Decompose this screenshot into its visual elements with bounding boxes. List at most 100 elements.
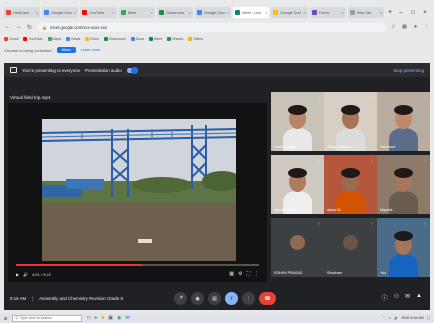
speaker-icon[interactable]: 🔈 <box>394 316 398 320</box>
store-icon[interactable]: ▣ <box>108 315 113 321</box>
maximize-icon[interactable]: □ <box>408 10 418 16</box>
browser-tab[interactable]: YouTube × <box>80 7 117 18</box>
profile-icon[interactable]: ● <box>412 24 419 30</box>
forward-icon[interactable]: → <box>15 24 22 30</box>
tab-label: Hindi test <box>13 10 29 15</box>
tile-options-icon[interactable]: ⋮ <box>370 158 374 163</box>
back-icon[interactable]: ← <box>4 24 11 30</box>
participant-tile[interactable]: ⋮ ROHINI PRASAD <box>271 218 324 277</box>
reload-icon[interactable]: ↻ <box>26 24 33 31</box>
tile-options-icon[interactable]: ⋮ <box>423 221 427 226</box>
tile-options-icon[interactable]: ⋮ <box>370 221 374 226</box>
tab-close-icon[interactable]: × <box>265 10 267 15</box>
menu-icon[interactable]: ⋮ <box>423 24 430 30</box>
bookmark-item[interactable]: Slides <box>188 37 203 41</box>
tab-close-icon[interactable]: × <box>112 10 114 15</box>
mic-button[interactable]: 🎤 <box>174 292 187 305</box>
star-icon[interactable]: ☆ <box>390 24 397 30</box>
extensions-icon[interactable]: ▦ <box>401 24 408 30</box>
tile-options-icon[interactable]: ⋮ <box>317 221 321 226</box>
notifications-icon[interactable]: ▢ <box>427 316 430 320</box>
volume-icon[interactable]: 🔊 <box>23 272 28 277</box>
tab-favicon-icon <box>158 10 164 15</box>
tab-close-icon[interactable]: × <box>189 10 191 15</box>
leave-call-button[interactable]: ☎ <box>259 292 276 305</box>
bookmark-item[interactable]: Meet <box>149 37 162 41</box>
url-field[interactable]: 🔒 meet.google.com/xxx-xxxx-xxx <box>37 22 386 32</box>
presentation-audio-toggle[interactable] <box>126 66 138 74</box>
task-view-icon[interactable]: □ <box>87 315 90 321</box>
tray-up-icon[interactable]: ⌃ <box>382 316 385 320</box>
tab-close-icon[interactable]: × <box>150 10 152 15</box>
stop-presenting-button[interactable]: Stop presenting <box>393 68 424 73</box>
browser-tab[interactable]: Google Docs × <box>42 7 79 18</box>
video-player[interactable]: ▶ 🔊 4:51 / 9:22 ▦ ⚙ ⛶ ⋮ <box>8 103 267 282</box>
taskbar-search-placeholder: Type here to search <box>19 316 52 320</box>
people-icon[interactable]: ⚇ <box>394 293 399 302</box>
tab-favicon-icon <box>197 10 203 15</box>
tile-options-icon[interactable]: ⋮ <box>317 158 321 163</box>
more-vert-icon: ⋮ <box>246 295 251 302</box>
bookmark-item[interactable]: Classroom <box>103 37 126 41</box>
chat-icon[interactable]: ✉ <box>405 293 410 302</box>
captions-button[interactable]: ▤ <box>208 292 221 305</box>
bookmark-item[interactable]: YouTube <box>23 37 43 41</box>
present-button[interactable]: ⇧ <box>225 292 238 305</box>
participant-tile[interactable]: ⋮ You <box>377 218 430 277</box>
tab-close-icon[interactable]: × <box>227 10 229 15</box>
meet-bottom-bar: 9:16 AM | Assembly and Chemistry Revisio… <box>4 287 430 310</box>
tab-close-icon[interactable]: × <box>303 10 305 15</box>
play-icon[interactable]: ▶ <box>16 272 19 277</box>
mail-icon[interactable]: ✉ <box>125 315 129 321</box>
minimize-icon[interactable]: – <box>396 10 406 16</box>
close-window-icon[interactable]: × <box>420 10 430 16</box>
edge-icon[interactable]: ● <box>94 315 97 321</box>
participant-tile[interactable]: ⋮ Aarav M. <box>324 155 377 214</box>
activities-icon[interactable]: ▲ <box>416 293 422 302</box>
tab-close-icon[interactable]: × <box>36 10 38 15</box>
tile-options-icon[interactable]: ⋮ <box>423 95 427 100</box>
settings-icon[interactable]: ⚙ <box>238 271 242 277</box>
participant-tile[interactable]: ⋮ Shubham <box>324 218 377 277</box>
taskbar-search[interactable]: ⚲ Type here to search <box>12 314 83 322</box>
browser-tab[interactable]: Meet - Live × <box>233 7 270 18</box>
windows-start-icon[interactable]: ⊞ <box>4 316 7 321</box>
participant-tile[interactable]: ⋮ Vaishnavi <box>377 92 430 151</box>
new-tab-icon[interactable]: + <box>386 9 394 16</box>
more-options-button[interactable]: ⋮ <box>242 292 255 305</box>
bookmark-item[interactable]: Drive <box>85 37 99 41</box>
taskbar-apps: □ ● ■ ▣ ◉ ✉ <box>87 315 129 321</box>
browser-tab[interactable]: Hindi test × <box>4 7 41 18</box>
tile-options-icon[interactable]: ⋮ <box>423 158 427 163</box>
browser-tab[interactable]: Forms × <box>309 7 346 18</box>
bookmark-item[interactable]: Maps <box>47 37 61 41</box>
chrome-icon[interactable]: ◉ <box>117 315 121 321</box>
fullscreen-icon[interactable]: ⛶ <box>246 271 250 277</box>
participant-tile[interactable]: ⋮ Ayesha Ansari <box>271 155 324 214</box>
more-icon[interactable]: ⋮ <box>254 271 259 277</box>
info-bar-button[interactable]: Allow <box>56 47 76 53</box>
explorer-icon[interactable]: ■ <box>101 315 104 321</box>
tile-options-icon[interactable]: ⋮ <box>317 95 321 100</box>
tile-options-icon[interactable]: ⋮ <box>370 95 374 100</box>
tab-close-icon[interactable]: × <box>341 10 343 15</box>
tab-close-icon[interactable]: × <box>74 10 76 15</box>
camera-button[interactable]: ◉ <box>191 292 204 305</box>
bookmark-item[interactable]: News <box>66 37 80 41</box>
playlist-icon[interactable]: ▦ <box>229 271 234 277</box>
participant-tile[interactable]: ⋮ Aditya Sharma <box>324 92 377 151</box>
browser-tab[interactable]: New Tab × <box>347 7 385 18</box>
browser-tab[interactable]: Meet × <box>118 7 155 18</box>
network-icon[interactable]: ▱ <box>388 316 391 320</box>
bookmark-item[interactable]: Sheets <box>167 37 183 41</box>
participant-tile[interactable]: ⋮ Harshit Singh <box>271 92 324 151</box>
info-bar-link[interactable]: Learn more <box>81 48 100 52</box>
bookmark-item[interactable]: Docs <box>130 37 144 41</box>
participant-tile[interactable]: ⋮ Mayank <box>377 155 430 214</box>
browser-tab[interactable]: Google Drive × <box>271 7 308 18</box>
tab-close-icon[interactable]: × <box>380 10 382 15</box>
browser-tab[interactable]: Classroom × <box>156 7 194 18</box>
bookmark-item[interactable]: Gmail <box>4 37 18 41</box>
browser-tab[interactable]: Google Docs × <box>195 7 232 18</box>
info-icon[interactable]: ⓘ <box>382 293 388 302</box>
